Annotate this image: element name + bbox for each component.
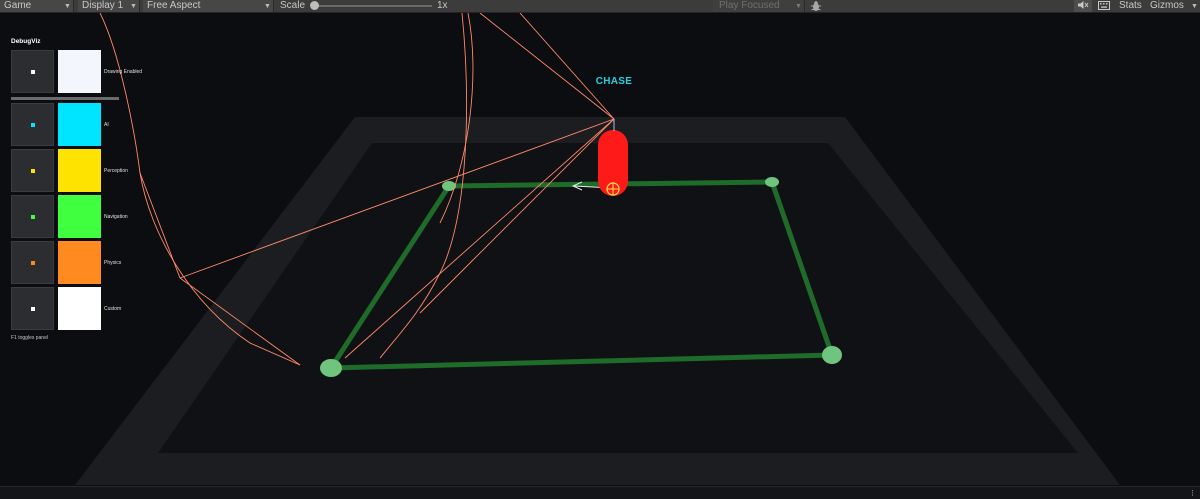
aspect-label: Free Aspect (147, 0, 201, 11)
bug-icon[interactable] (810, 0, 824, 12)
toggle-indicator (31, 307, 35, 311)
sight-line (519, 12, 615, 120)
toggle-row-custom[interactable]: Custom (10, 287, 122, 331)
color-swatch[interactable] (58, 103, 101, 146)
toggle-indicator (31, 169, 35, 173)
play-mode-dropdown[interactable]: Play Focused ▼ (713, 0, 805, 12)
status-strip: ⁝ (0, 486, 1200, 499)
chevron-down-icon[interactable]: ▼ (1191, 1, 1198, 13)
color-swatch[interactable] (58, 149, 101, 192)
toggle-indicator (31, 215, 35, 219)
panel-separator (11, 97, 119, 100)
aspect-dropdown[interactable]: Free Aspect ▼ (143, 0, 274, 12)
display-label: Display 1 (82, 0, 124, 11)
toggle-row-perception[interactable]: Perception (10, 149, 128, 193)
more-options-icon[interactable]: ⁝ (1191, 487, 1194, 499)
waypoint (822, 346, 842, 364)
chevron-down-icon: ▼ (64, 3, 71, 10)
toggle-button[interactable] (11, 103, 54, 146)
game-view-toolbar: Game ▼ Display 1 ▼ Free Aspect ▼ Scale 1… (0, 0, 1200, 13)
scale-slider-handle[interactable] (310, 1, 319, 10)
toggle-indicator (31, 261, 35, 265)
gizmos-button[interactable]: Gizmos (1150, 0, 1190, 12)
agent-state-label: CHASE (595, 76, 633, 87)
game-tab-dropdown[interactable]: Game ▼ (0, 0, 74, 12)
chevron-down-icon: ▼ (264, 3, 271, 10)
chevron-down-icon: ▼ (130, 3, 137, 10)
toggle-button[interactable] (11, 149, 54, 192)
toggle-button[interactable] (11, 241, 54, 284)
scale-slider-track[interactable] (314, 5, 432, 7)
toggle-row-navigation[interactable]: Navigation (10, 195, 128, 239)
row-label: Custom (104, 306, 122, 312)
mute-audio-icon[interactable] (1074, 0, 1092, 12)
color-swatch[interactable] (58, 287, 101, 330)
toggle-button[interactable] (11, 195, 54, 238)
waypoint (765, 177, 779, 187)
toggle-row-drawing-enabled[interactable]: Drawing Enabled (10, 50, 142, 94)
toggle-indicator (31, 123, 35, 127)
toggle-button[interactable] (11, 50, 54, 93)
waypoint (320, 359, 342, 377)
display-dropdown[interactable]: Display 1 ▼ (78, 0, 140, 12)
keyboard-icon[interactable] (1096, 0, 1112, 12)
play-mode-label: Play Focused (719, 0, 780, 11)
color-swatch[interactable] (58, 50, 101, 93)
toggle-button[interactable] (11, 287, 54, 330)
panel-hint: F1 toggles panel (11, 335, 48, 341)
toggle-row-physics[interactable]: Physics (10, 241, 122, 285)
color-swatch[interactable] (58, 195, 101, 238)
toggle-row-ai[interactable]: AI (10, 103, 122, 147)
sight-line (139, 172, 181, 279)
row-label: Physics (104, 260, 122, 266)
row-label: Drawing Enabled (104, 69, 143, 75)
game-tab-label: Game (4, 0, 32, 11)
row-label: Perception (104, 168, 128, 174)
row-label: Navigation (104, 214, 128, 220)
color-swatch[interactable] (58, 241, 101, 284)
debugviz-panel: DebugViz Drawing Enabled AI Perception N… (8, 35, 142, 347)
row-label: AI (104, 122, 109, 128)
game-viewport[interactable]: CHASE DebugViz Drawing Enabled AI Percep… (0, 12, 1200, 486)
panel-title: DebugViz (11, 38, 41, 45)
toggle-indicator (31, 70, 35, 74)
stats-button[interactable]: Stats (1119, 0, 1147, 12)
chevron-down-icon: ▼ (795, 3, 802, 10)
sight-line (479, 12, 615, 120)
scale-value: 1x (437, 0, 448, 11)
